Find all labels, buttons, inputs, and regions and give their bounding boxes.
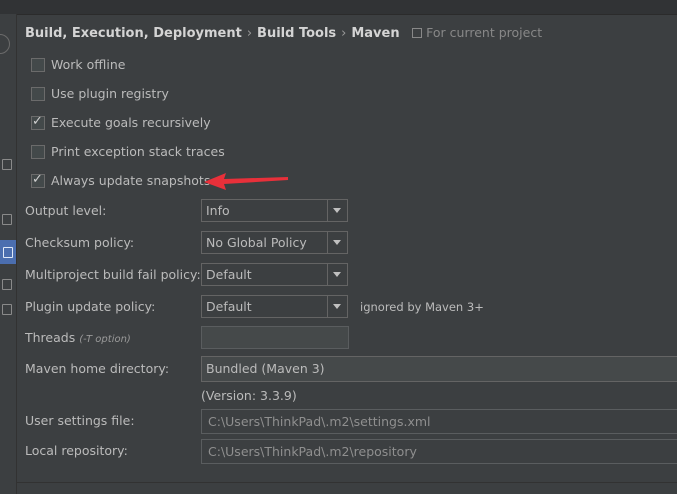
checkbox-box[interactable] — [31, 58, 45, 72]
checkmark-icon: ✓ — [32, 172, 43, 187]
user-settings-field[interactable]: C:\Users\ThinkPad\.m2\settings.xml — [201, 409, 677, 434]
chevron-down-icon — [333, 304, 341, 309]
window-top-bar — [0, 0, 677, 15]
breadcrumb-item[interactable]: Build Tools — [257, 26, 336, 41]
dropdown-value: Default — [206, 267, 252, 282]
settings-node-icon[interactable] — [2, 159, 12, 170]
chevron-down-icon — [333, 272, 341, 277]
dropdown-button[interactable] — [327, 200, 347, 221]
checkmark-icon: ✓ — [32, 114, 43, 129]
settings-node-icon[interactable] — [2, 279, 12, 290]
red-arrow-annotation — [204, 173, 288, 190]
chevron-down-icon — [333, 208, 341, 213]
settings-node-icon[interactable] — [2, 304, 12, 315]
user-settings-value: C:\Users\ThinkPad\.m2\settings.xml — [208, 414, 431, 429]
multiproject-fail-policy-label: Multiproject build fail policy: — [25, 267, 201, 282]
dropdown-button[interactable] — [327, 264, 347, 285]
checkbox-box[interactable]: ✓ — [31, 172, 45, 188]
checkbox-label: Use plugin registry — [51, 86, 169, 101]
user-settings-label: User settings file: — [25, 413, 135, 428]
checksum-policy-dropdown[interactable]: No Global Policy — [201, 231, 348, 254]
breadcrumb-item[interactable]: Build, Execution, Deployment — [25, 26, 242, 41]
local-repository-label: Local repository: — [25, 443, 128, 458]
maven-home-combo[interactable]: Bundled (Maven 3) — [201, 356, 677, 382]
settings-tree-sidebar — [0, 14, 17, 494]
checkbox-label: Execute goals recursively — [51, 115, 211, 130]
settings-node-icon[interactable] — [2, 214, 12, 225]
breadcrumb-item: Maven — [351, 26, 400, 41]
scope-label: For current project — [426, 25, 543, 40]
maven-version-label: (Version: 3.3.9) — [201, 388, 297, 403]
threads-label-text: Threads — [25, 330, 76, 345]
dropdown-button[interactable] — [327, 232, 347, 253]
sidebar-search-icon[interactable] — [0, 34, 10, 54]
project-scope-icon — [412, 27, 423, 38]
sidebar-item-maven[interactable] — [0, 240, 16, 264]
output-level-dropdown[interactable]: Info — [201, 199, 348, 222]
plugin-update-note: ignored by Maven 3+ — [360, 300, 484, 314]
maven-home-label: Maven home directory: — [25, 361, 170, 376]
maven-page-icon — [3, 247, 13, 258]
scope-indicator: For current project — [412, 25, 542, 40]
plugin-update-policy-label: Plugin update policy: — [25, 299, 156, 314]
local-repository-field[interactable]: C:\Users\ThinkPad\.m2\repository — [201, 439, 677, 464]
dropdown-value: No Global Policy — [206, 235, 307, 250]
threads-input[interactable] — [201, 326, 349, 349]
divider — [16, 482, 677, 483]
checkbox-label: Work offline — [51, 57, 126, 72]
checkbox-label: Always update snapshots — [51, 173, 211, 188]
checkbox-box[interactable] — [31, 87, 45, 101]
checkbox-label: Print exception stack traces — [51, 144, 225, 159]
threads-hint: (-T option) — [79, 334, 131, 345]
dropdown-button[interactable] — [327, 296, 347, 317]
checkbox-box[interactable]: ✓ — [31, 114, 45, 130]
checksum-policy-label: Checksum policy: — [25, 235, 135, 250]
checkbox-box[interactable] — [31, 145, 45, 159]
multiproject-fail-policy-dropdown[interactable]: Default — [201, 263, 348, 286]
dropdown-value: Default — [206, 299, 252, 314]
threads-label: Threads (-T option) — [25, 326, 131, 350]
chevron-down-icon — [333, 240, 341, 245]
output-level-label: Output level: — [25, 203, 107, 218]
plugin-update-policy-dropdown[interactable]: Default — [201, 295, 348, 318]
local-repository-value: C:\Users\ThinkPad\.m2\repository — [208, 444, 417, 459]
breadcrumb: Build, Execution, Deployment › Build Tools… — [25, 25, 543, 41]
maven-home-value: Bundled (Maven 3) — [206, 361, 325, 376]
dropdown-value: Info — [206, 203, 230, 218]
